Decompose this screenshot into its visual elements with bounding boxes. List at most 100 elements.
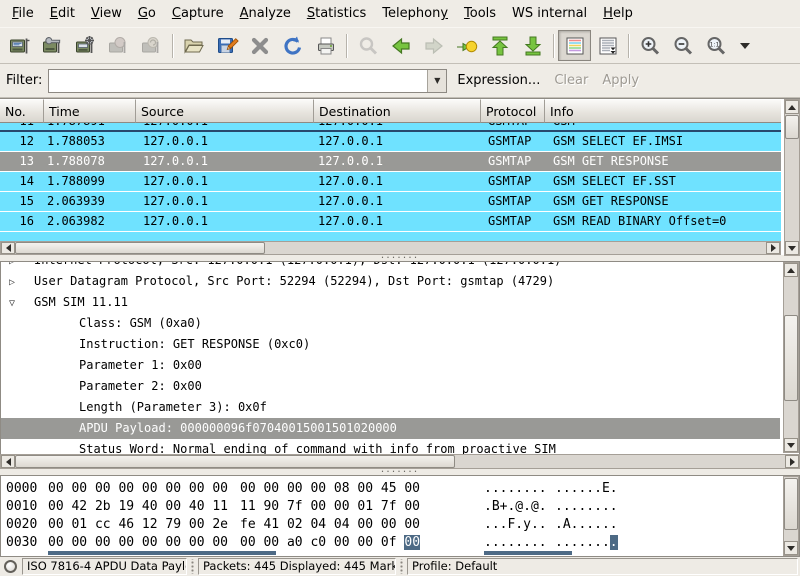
detail-row-partial[interactable]: ▷Internet Protocol, Src: 127.0.0.1 (127.…: [1, 262, 780, 271]
packet-list-vscrollbar[interactable]: [784, 99, 800, 256]
status-resize-grip[interactable]: [190, 559, 195, 574]
capture-restart-icon: [140, 34, 164, 58]
menu-item-go[interactable]: Go: [130, 2, 164, 25]
filter-input[interactable]: [49, 70, 427, 92]
scroll-left-icon[interactable]: [1, 242, 15, 254]
scroll-right-icon[interactable]: [766, 242, 780, 254]
find-packet-button[interactable]: [351, 30, 384, 61]
status-packet-counts: Packets: 445 Displayed: 445 Marked: 0 Lo…: [198, 558, 396, 575]
column-header-protocol[interactable]: Protocol: [481, 99, 545, 123]
go-to-top-button[interactable]: [483, 30, 516, 61]
hex-row[interactable]: 000000 00 00 00 00 00 00 0000 00 00 00 0…: [1, 480, 780, 498]
menu-item-edit[interactable]: Edit: [42, 2, 83, 25]
packet-row[interactable]: 121.788053127.0.0.1127.0.0.1GSMTAPGSM SE…: [0, 132, 781, 152]
menu-item-statistics[interactable]: Statistics: [299, 2, 374, 25]
menu-item-tools[interactable]: Tools: [456, 2, 504, 25]
menu-item-telephony[interactable]: Telephony: [374, 2, 456, 25]
detail-row-instruction[interactable]: Instruction: GET RESPONSE (0xc0): [1, 334, 780, 355]
reload-button[interactable]: [276, 30, 309, 61]
hex-row[interactable]: 002000 01 cc 46 12 79 00 2efe 41 02 04 0…: [1, 516, 780, 534]
scroll-right-icon[interactable]: [785, 455, 799, 468]
list-interfaces-button[interactable]: [3, 30, 36, 61]
scrollbar-thumb[interactable]: [784, 315, 798, 401]
zoom-in-button[interactable]: [633, 30, 666, 61]
scrollbar-thumb[interactable]: [784, 478, 798, 530]
capture-start-button[interactable]: [69, 30, 102, 61]
filter-combo-arrow[interactable]: ▼: [427, 70, 446, 92]
close-file-button[interactable]: [243, 30, 276, 61]
zoom-normal-button[interactable]: 1:1: [699, 30, 732, 61]
packet-row-selected[interactable]: 131.788078127.0.0.1127.0.0.1GSMTAPGSM GE…: [0, 152, 781, 172]
capture-start-icon: [74, 34, 98, 58]
apply-button[interactable]: Apply: [602, 73, 639, 88]
expert-info-icon[interactable]: [4, 560, 17, 573]
column-header-destination[interactable]: Destination: [314, 99, 481, 123]
detail-row-apdu-payload-selected[interactable]: APDU Payload: 000000096f0704001500150102…: [1, 418, 780, 439]
detail-row-status-word[interactable]: Status Word: Normal ending of command wi…: [1, 439, 780, 454]
menu-item-capture[interactable]: Capture: [164, 2, 232, 25]
clear-button[interactable]: Clear: [554, 73, 588, 88]
go-back-button[interactable]: [384, 30, 417, 61]
zoom-out-button[interactable]: [666, 30, 699, 61]
expression-button[interactable]: Expression...: [457, 73, 540, 88]
expander-collapsed-icon[interactable]: ▷: [9, 272, 24, 292]
detail-row-udp[interactable]: ▷User Datagram Protocol, Src Port: 52294…: [1, 271, 780, 292]
scroll-up-icon[interactable]: [785, 100, 799, 114]
chevron-down-icon: ▼: [434, 76, 440, 85]
details-vscrollbar[interactable]: [783, 262, 799, 453]
packet-row[interactable]: 152.063939127.0.0.1127.0.0.1GSMTAPGSM GE…: [0, 192, 781, 212]
expander-collapsed-icon[interactable]: ▷: [9, 262, 24, 271]
scroll-left-icon[interactable]: [1, 455, 15, 468]
hex-row[interactable]: 003000 00 00 00 00 00 00 0000 00 a0 c0 0…: [1, 534, 780, 552]
hex-row[interactable]: 001000 42 2b 19 40 00 40 1111 90 7f 00 0…: [1, 498, 780, 516]
menu-item-view[interactable]: View: [83, 2, 130, 25]
capture-restart-button[interactable]: [135, 30, 168, 61]
save-file-icon: [215, 34, 239, 58]
detail-row-length[interactable]: Length (Parameter 3): 0x0f: [1, 397, 780, 418]
go-to-packet-button[interactable]: [450, 30, 483, 61]
detail-row-gsm-sim[interactable]: ▽GSM SIM 11.11: [1, 292, 780, 313]
print-button[interactable]: [309, 30, 342, 61]
auto-scroll-button[interactable]: [591, 30, 624, 61]
menu-item-help[interactable]: Help: [595, 2, 641, 25]
scroll-down-icon[interactable]: [784, 438, 798, 452]
go-to-bottom-button[interactable]: [516, 30, 549, 61]
toolbar-overflow-caret[interactable]: [740, 43, 750, 49]
detail-row-parameter1[interactable]: Parameter 1: 0x00: [1, 355, 780, 376]
packet-bytes-pane: 000000 00 00 00 00 00 00 0000 00 00 00 0…: [0, 475, 800, 557]
list-interfaces-icon: [8, 34, 32, 58]
bytes-vscrollbar[interactable]: [783, 476, 799, 556]
status-bar: ISO 7816-4 APDU Data Payload (iso... Pac…: [0, 557, 800, 576]
scroll-down-icon[interactable]: [784, 541, 798, 555]
capture-options-button[interactable]: [36, 30, 69, 61]
open-file-button[interactable]: [177, 30, 210, 61]
hex-selected-byte[interactable]: 00: [404, 535, 420, 550]
scroll-down-icon[interactable]: [785, 241, 799, 255]
toolbar-separator: [628, 34, 629, 58]
menu-item-analyze[interactable]: Analyze: [232, 2, 299, 25]
colorize-button[interactable]: [558, 30, 591, 61]
scroll-up-icon[interactable]: [784, 263, 798, 277]
packet-row[interactable]: 141.788099127.0.0.1127.0.0.1GSMTAPGSM SE…: [0, 172, 781, 192]
packet-row-partial[interactable]: 111.787891127.0.0.1127.0.0.1GSMTAPGSM: [0, 123, 781, 132]
scrollbar-thumb[interactable]: [15, 242, 265, 254]
svg-text:1:1: 1:1: [709, 41, 719, 48]
column-header-source[interactable]: Source: [136, 99, 314, 123]
column-header-time[interactable]: Time: [44, 99, 136, 123]
expander-expanded-icon[interactable]: ▽: [9, 293, 24, 313]
packet-list-hscrollbar[interactable]: [0, 241, 781, 255]
packet-rows: 111.787891127.0.0.1127.0.0.1GSMTAPGSM 12…: [0, 123, 781, 241]
menu-item-file[interactable]: File: [4, 2, 42, 25]
status-resize-grip[interactable]: [399, 559, 404, 574]
detail-row-parameter2[interactable]: Parameter 2: 0x00: [1, 376, 780, 397]
column-header-info[interactable]: Info: [545, 99, 781, 123]
detail-row-class[interactable]: Class: GSM (0xa0): [1, 313, 780, 334]
save-file-button[interactable]: [210, 30, 243, 61]
go-forward-button[interactable]: [417, 30, 450, 61]
scrollbar-thumb[interactable]: [785, 115, 799, 139]
go-to-bottom-icon: [521, 34, 545, 58]
packet-row[interactable]: 162.063982127.0.0.1127.0.0.1GSMTAPGSM RE…: [0, 212, 781, 232]
capture-stop-button[interactable]: [102, 30, 135, 61]
column-header-no[interactable]: No.: [0, 99, 44, 123]
menu-item-ws-internal[interactable]: WS internal: [504, 2, 595, 25]
